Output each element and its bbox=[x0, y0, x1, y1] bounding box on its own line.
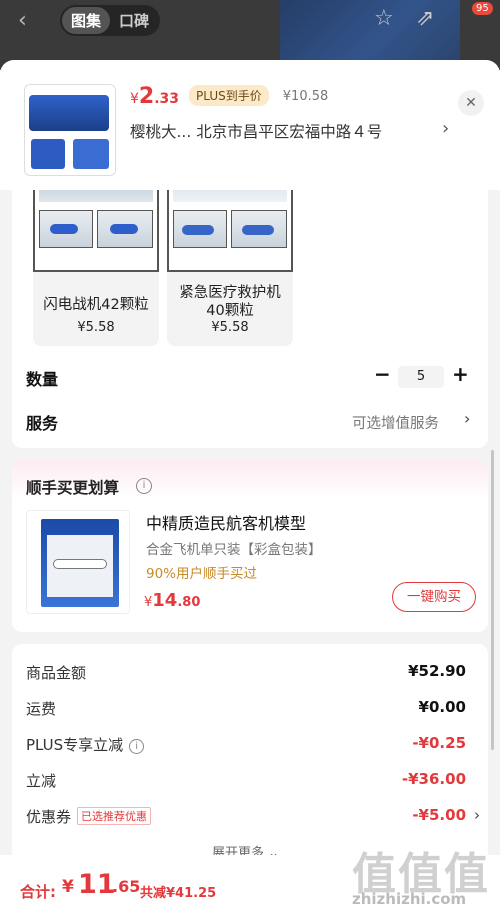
addon-product-image[interactable] bbox=[26, 510, 130, 614]
buy-together-card: 顺手买更划算 i 中精质造民航客机模型 合金飞机单只装【彩盒包装】 90%用户顺… bbox=[12, 460, 488, 632]
total-savings: 共减¥41.25 bbox=[140, 886, 217, 901]
addon-price-currency: ¥ bbox=[144, 595, 153, 610]
price-row: ¥ 2 .33 PLUS到手价 ¥10.58 bbox=[130, 84, 328, 109]
chevron-right-icon[interactable]: › bbox=[474, 806, 480, 824]
addon-price: ¥ 14 .80 bbox=[144, 590, 200, 611]
tab-gallery[interactable]: 图集 bbox=[62, 7, 111, 34]
variant-name: 闪电战机42颗粒 bbox=[43, 297, 149, 313]
purchase-sheet: ¥ 2 .33 PLUS到手价 ¥10.58 樱桃大... 北京市昌平区宏福中路… bbox=[0, 60, 500, 917]
chevron-right-icon[interactable]: › bbox=[464, 409, 470, 428]
quantity-increase-button[interactable]: + bbox=[452, 362, 469, 386]
top-nav: ‹ 图集 口碑 ☆ ⇗ 95 bbox=[0, 0, 500, 40]
price-integer: 2 bbox=[138, 84, 155, 109]
plus-price-tag: PLUS到手价 bbox=[189, 85, 269, 106]
variant-name: 紧急医疗救护机40颗粒 bbox=[179, 285, 281, 319]
sheet-header: ¥ 2 .33 PLUS到手价 ¥10.58 樱桃大... 北京市昌平区宏福中路… bbox=[0, 60, 500, 190]
breakdown-value: -¥0.25 bbox=[412, 734, 466, 752]
breakdown-label-wrap: 优惠券 已选推荐优惠 bbox=[26, 806, 152, 827]
service-label: 服务 bbox=[26, 414, 59, 433]
original-price: ¥10.58 bbox=[282, 89, 329, 104]
addon-product-spec: 合金飞机单只装【彩盒包装】 bbox=[146, 542, 322, 558]
chevron-right-icon[interactable]: › bbox=[442, 118, 449, 139]
scrollbar[interactable] bbox=[491, 450, 494, 750]
back-arrow-icon[interactable]: ‹ bbox=[18, 8, 27, 33]
total-integer: 11 bbox=[78, 869, 116, 900]
breakdown-label-wrap: PLUS专享立减 i bbox=[26, 734, 145, 755]
breakdown-value: ¥0.00 bbox=[418, 698, 466, 716]
watermark-site: zhizhizhi.com bbox=[352, 890, 467, 908]
addon-product-name[interactable]: 中精质造民航客机模型 bbox=[146, 510, 306, 534]
addon-price-decimal: .80 bbox=[177, 595, 201, 610]
close-button[interactable]: ✕ bbox=[458, 90, 484, 116]
breakdown-row: 运费 ¥0.00 bbox=[26, 698, 466, 722]
total-currency: ¥ bbox=[62, 877, 74, 897]
breakdown-label: 立减 bbox=[26, 772, 57, 790]
share-icon[interactable]: ⇗ bbox=[416, 6, 434, 31]
total-decimal: .65 bbox=[112, 877, 141, 896]
breakdown-value: ¥52.90 bbox=[408, 662, 466, 680]
options-card: 闪电战机42颗粒 ¥5.58 紧急医疗救护机40颗粒 ¥5.58 数量 − 5 … bbox=[12, 160, 488, 448]
breakdown-row: 商品金额 ¥52.90 bbox=[26, 662, 466, 686]
favorite-star-icon[interactable]: ☆ bbox=[374, 6, 394, 31]
info-icon[interactable]: i bbox=[136, 478, 152, 494]
breakdown-label: PLUS专享立减 bbox=[26, 736, 124, 754]
variant-price: ¥5.58 bbox=[211, 320, 249, 335]
price-currency: ¥ bbox=[130, 91, 139, 107]
close-icon: ✕ bbox=[465, 95, 477, 111]
tab-switcher: 图集 口碑 bbox=[60, 5, 161, 36]
breakdown-row[interactable]: 优惠券 已选推荐优惠 -¥5.00 › bbox=[26, 806, 480, 830]
price-decimal: .33 bbox=[154, 91, 180, 107]
breakdown-label: 优惠券 bbox=[26, 808, 72, 826]
shipping-address[interactable]: 樱桃大... 北京市昌平区宏福中路４号 bbox=[130, 120, 460, 142]
quantity-decrease-button[interactable]: − bbox=[374, 362, 391, 386]
tab-reviews[interactable]: 口碑 bbox=[110, 7, 158, 34]
total-label: 合计: bbox=[20, 883, 56, 901]
service-value[interactable]: 可选增值服务 bbox=[352, 412, 439, 433]
breakdown-row: 立减 -¥36.00 bbox=[26, 770, 466, 794]
breakdown-label: 商品金额 bbox=[26, 664, 87, 682]
quantity-label: 数量 bbox=[26, 370, 59, 389]
addon-price-integer: 14 bbox=[152, 590, 178, 611]
coupon-tag: 已选推荐优惠 bbox=[77, 807, 152, 825]
variant-price: ¥5.58 bbox=[77, 320, 115, 335]
breakdown-label: 运费 bbox=[26, 700, 57, 718]
info-icon[interactable]: i bbox=[129, 739, 145, 754]
notification-badge: 95 bbox=[472, 2, 493, 15]
addon-popularity: 90%用户顺手买过 bbox=[146, 566, 258, 582]
breakdown-row: PLUS专享立减 i -¥0.25 bbox=[26, 734, 466, 758]
breakdown-value: -¥5.00 bbox=[412, 806, 466, 824]
product-thumbnail bbox=[24, 84, 116, 176]
quantity-input[interactable]: 5 bbox=[398, 366, 444, 388]
buy-together-title: 顺手买更划算 bbox=[26, 479, 120, 497]
one-click-buy-button[interactable]: 一键购买 bbox=[392, 582, 476, 612]
breakdown-value: -¥36.00 bbox=[401, 770, 466, 788]
